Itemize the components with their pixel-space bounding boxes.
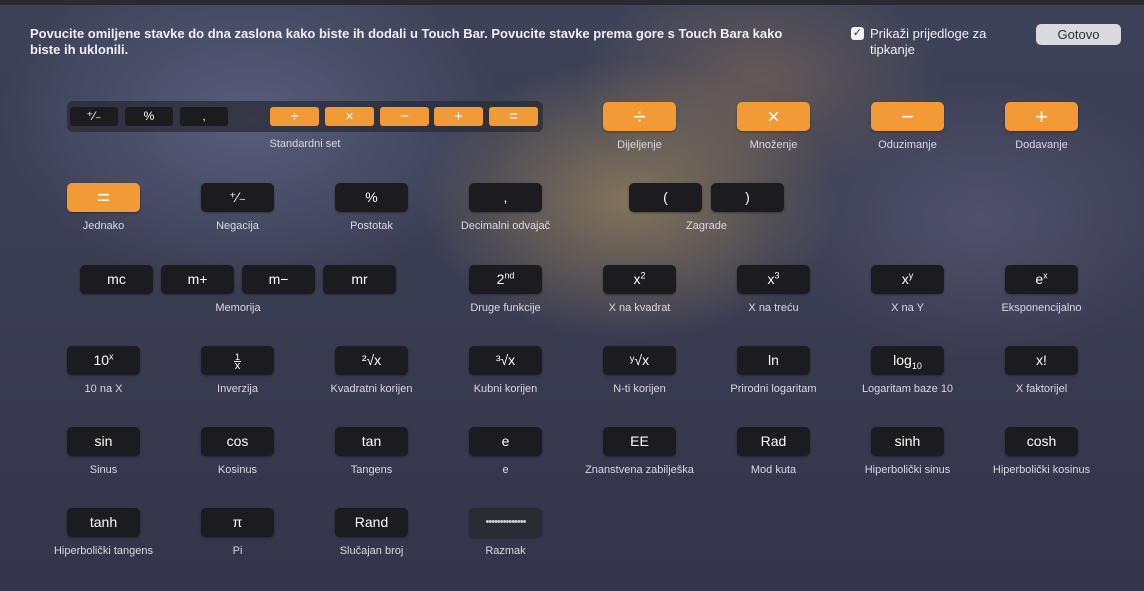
decimal-key: , (469, 183, 542, 212)
tan-label: Tangens (350, 464, 393, 476)
sinh-label: Hiperbolički sinus (864, 464, 951, 476)
sin-key: sin (67, 427, 140, 456)
std-divide-key: ÷ (270, 107, 319, 126)
add-key: + (1005, 102, 1078, 131)
cosh-label: Hiperbolički kosinus (992, 464, 1091, 476)
square-label: X na kvadrat (608, 302, 671, 314)
std-percent-key: % (125, 107, 173, 126)
percent-label: Postotak (350, 220, 393, 232)
done-button[interactable]: Gotovo (1036, 24, 1121, 45)
square-key: x2 (603, 265, 676, 294)
space-key: •••••••••••••• (469, 508, 542, 537)
standard-set-item[interactable]: ⁺⁄₋ % , ÷ × − + = Standardni set (67, 101, 543, 150)
tan-key: tan (335, 427, 408, 456)
multiply-key: × (737, 102, 810, 131)
negation-key: ⁺⁄₋ (201, 183, 274, 212)
exponential-label: Eksponencijalno (1001, 302, 1082, 314)
subtract-label: Oduzimanje (878, 139, 937, 151)
e-key: e (469, 427, 542, 456)
subtract-key: − (871, 102, 944, 131)
space-label: Razmak (485, 545, 526, 557)
power-key: xy (871, 265, 944, 294)
std-multiply-key: × (325, 107, 374, 126)
cos-label: Kosinus (217, 464, 258, 476)
m-plus-key: m+ (161, 265, 234, 294)
ten-power-key: 10x (67, 346, 140, 375)
multiply-label: Množenje (749, 139, 798, 151)
second-functions-label: Druge funkcije (470, 302, 541, 314)
nth-root-key: ʸ√x (603, 346, 676, 375)
exponential-key: ex (1005, 265, 1078, 294)
square-root-key: ²√x (335, 346, 408, 375)
natural-log-label: Prirodni logaritam (730, 383, 817, 395)
parentheses-label: Zagrade (686, 220, 727, 232)
ee-label: Znanstvena zabilješka (585, 464, 694, 476)
cube-root-key: ³√x (469, 346, 542, 375)
window-top-strip (0, 0, 1144, 5)
cube-label: X na treću (748, 302, 799, 314)
mr-key: mr (323, 265, 396, 294)
negation-label: Negacija (216, 220, 259, 232)
pi-key: π (201, 508, 274, 537)
rad-label: Mod kuta (750, 464, 797, 476)
cube-key: x3 (737, 265, 810, 294)
close-paren-key: ) (711, 183, 784, 212)
memory-label: Memorija (215, 302, 261, 314)
cube-root-label: Kubni korijen (473, 383, 538, 395)
open-paren-key: ( (629, 183, 702, 212)
cosh-key: cosh (1005, 427, 1078, 456)
decimal-label: Decimalni odvajač (460, 220, 551, 232)
second-key: 2nd (469, 265, 542, 294)
rand-key: Rand (335, 508, 408, 537)
ee-key: EE (603, 427, 676, 456)
power-label: X na Y (891, 302, 924, 314)
rad-key: Rad (737, 427, 810, 456)
std-negation-key: ⁺⁄₋ (70, 107, 118, 126)
instructions-text: Povucite omiljene stavke do dna zaslona … (30, 26, 783, 57)
add-label: Dodavanje (1015, 139, 1068, 151)
nth-root-label: N-ti korijen (613, 383, 666, 395)
inverse-label: Inverzija (217, 383, 258, 395)
percent-key: % (335, 183, 408, 212)
tanh-key: tanh (67, 508, 140, 537)
suggestions-label: Prikaži prijedloge za tipkanje (870, 26, 987, 57)
log10-label: Logaritam baze 10 (861, 383, 954, 395)
sinh-key: sinh (871, 427, 944, 456)
std-subtract-key: − (380, 107, 429, 126)
equals-key: = (67, 183, 140, 212)
std-add-key: + (434, 107, 483, 126)
natural-log-key: ln (737, 346, 810, 375)
divide-label: Dijeljenje (617, 139, 662, 151)
tanh-label: Hiperbolički tangens (53, 545, 154, 557)
std-equals-key: = (489, 107, 538, 126)
divide-key: ÷ (603, 102, 676, 131)
cos-key: cos (201, 427, 274, 456)
log10-key: log10 (871, 346, 944, 375)
factorial-key: x! (1005, 346, 1078, 375)
pi-label: Pi (232, 545, 243, 557)
sin-label: Sinus (89, 464, 118, 476)
m-minus-key: m− (242, 265, 315, 294)
suggestions-checkbox[interactable]: ✓ (851, 27, 864, 40)
inverse-key: 1x (201, 346, 274, 375)
e-label: e (502, 464, 509, 476)
std-decimal-key: , (180, 107, 228, 126)
typing-suggestions-option[interactable]: ✓ Prikaži prijedloge za tipkanje (851, 26, 1001, 58)
equals-label: Jednako (82, 220, 125, 232)
square-root-label: Kvadratni korijen (330, 383, 413, 395)
standard-set-label: Standardni set (269, 138, 341, 150)
factorial-label: X faktorijel (1015, 383, 1068, 395)
ten-power-label: 10 na X (84, 383, 123, 395)
mc-key: mc (80, 265, 153, 294)
rand-label: Slučajan broj (339, 545, 404, 557)
